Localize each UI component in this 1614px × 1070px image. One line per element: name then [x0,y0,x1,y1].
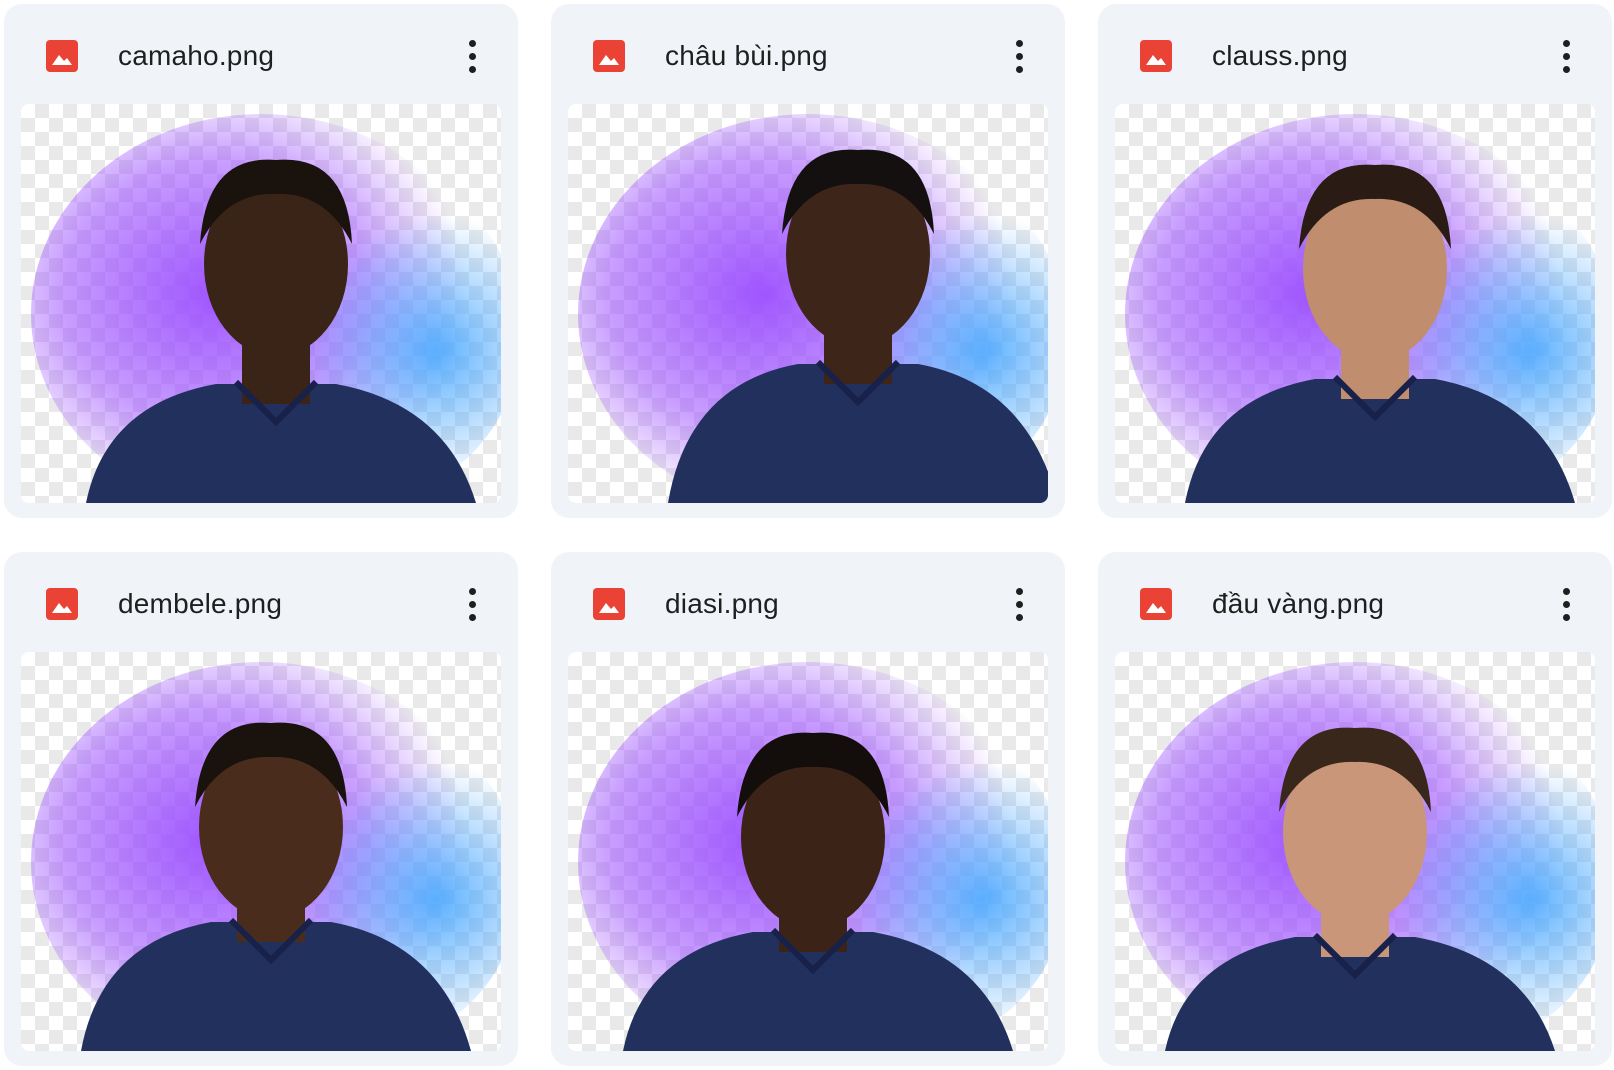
image-file-icon [593,40,625,72]
image-thumbnail[interactable] [1115,104,1595,503]
file-name: dembele.png [118,588,283,619]
more-actions-button[interactable] [452,34,492,78]
file-card[interactable]: clauss.png [1098,4,1612,518]
file-name: clauss.png [1212,40,1348,71]
image-thumbnail[interactable] [21,652,501,1051]
file-card-header: camaho.png [4,4,518,104]
image-file-icon [593,588,625,620]
player-photo [1125,114,1595,503]
file-name: camaho.png [118,40,275,71]
file-name: châu bùi.png [665,40,828,71]
more-actions-button[interactable] [1546,34,1586,78]
file-card-header: dembele.png [4,552,518,652]
more-actions-button[interactable] [452,582,492,626]
image-file-icon [46,588,78,620]
more-actions-button[interactable] [999,34,1039,78]
file-card-header: châu bùi.png [551,4,1065,104]
image-thumbnail[interactable] [568,652,1048,1051]
player-photo [31,662,501,1051]
file-card-header: clauss.png [1098,4,1612,104]
player-photo [578,114,1048,503]
image-file-icon [1140,40,1172,72]
image-thumbnail[interactable] [21,104,501,503]
file-name: đầu vàng.png [1212,588,1385,619]
image-thumbnail[interactable] [1115,652,1595,1051]
file-card[interactable]: diasi.png [551,552,1065,1066]
player-photo [578,662,1048,1051]
file-card-header: diasi.png [551,552,1065,652]
image-file-icon [1140,588,1172,620]
player-photo [31,114,501,503]
file-card[interactable]: dembele.png [4,552,518,1066]
file-card[interactable]: châu bùi.png [551,4,1065,518]
image-thumbnail[interactable] [568,104,1048,503]
image-file-icon [46,40,78,72]
file-card[interactable]: camaho.png [4,4,518,518]
file-name: diasi.png [665,588,779,619]
file-card[interactable]: đầu vàng.png [1098,552,1612,1066]
more-actions-button[interactable] [1546,582,1586,626]
file-card-header: đầu vàng.png [1098,552,1612,652]
player-photo [1125,662,1595,1051]
file-grid: camaho.png châu bùi.png clauss.png dembe… [0,0,1614,1070]
more-actions-button[interactable] [999,582,1039,626]
